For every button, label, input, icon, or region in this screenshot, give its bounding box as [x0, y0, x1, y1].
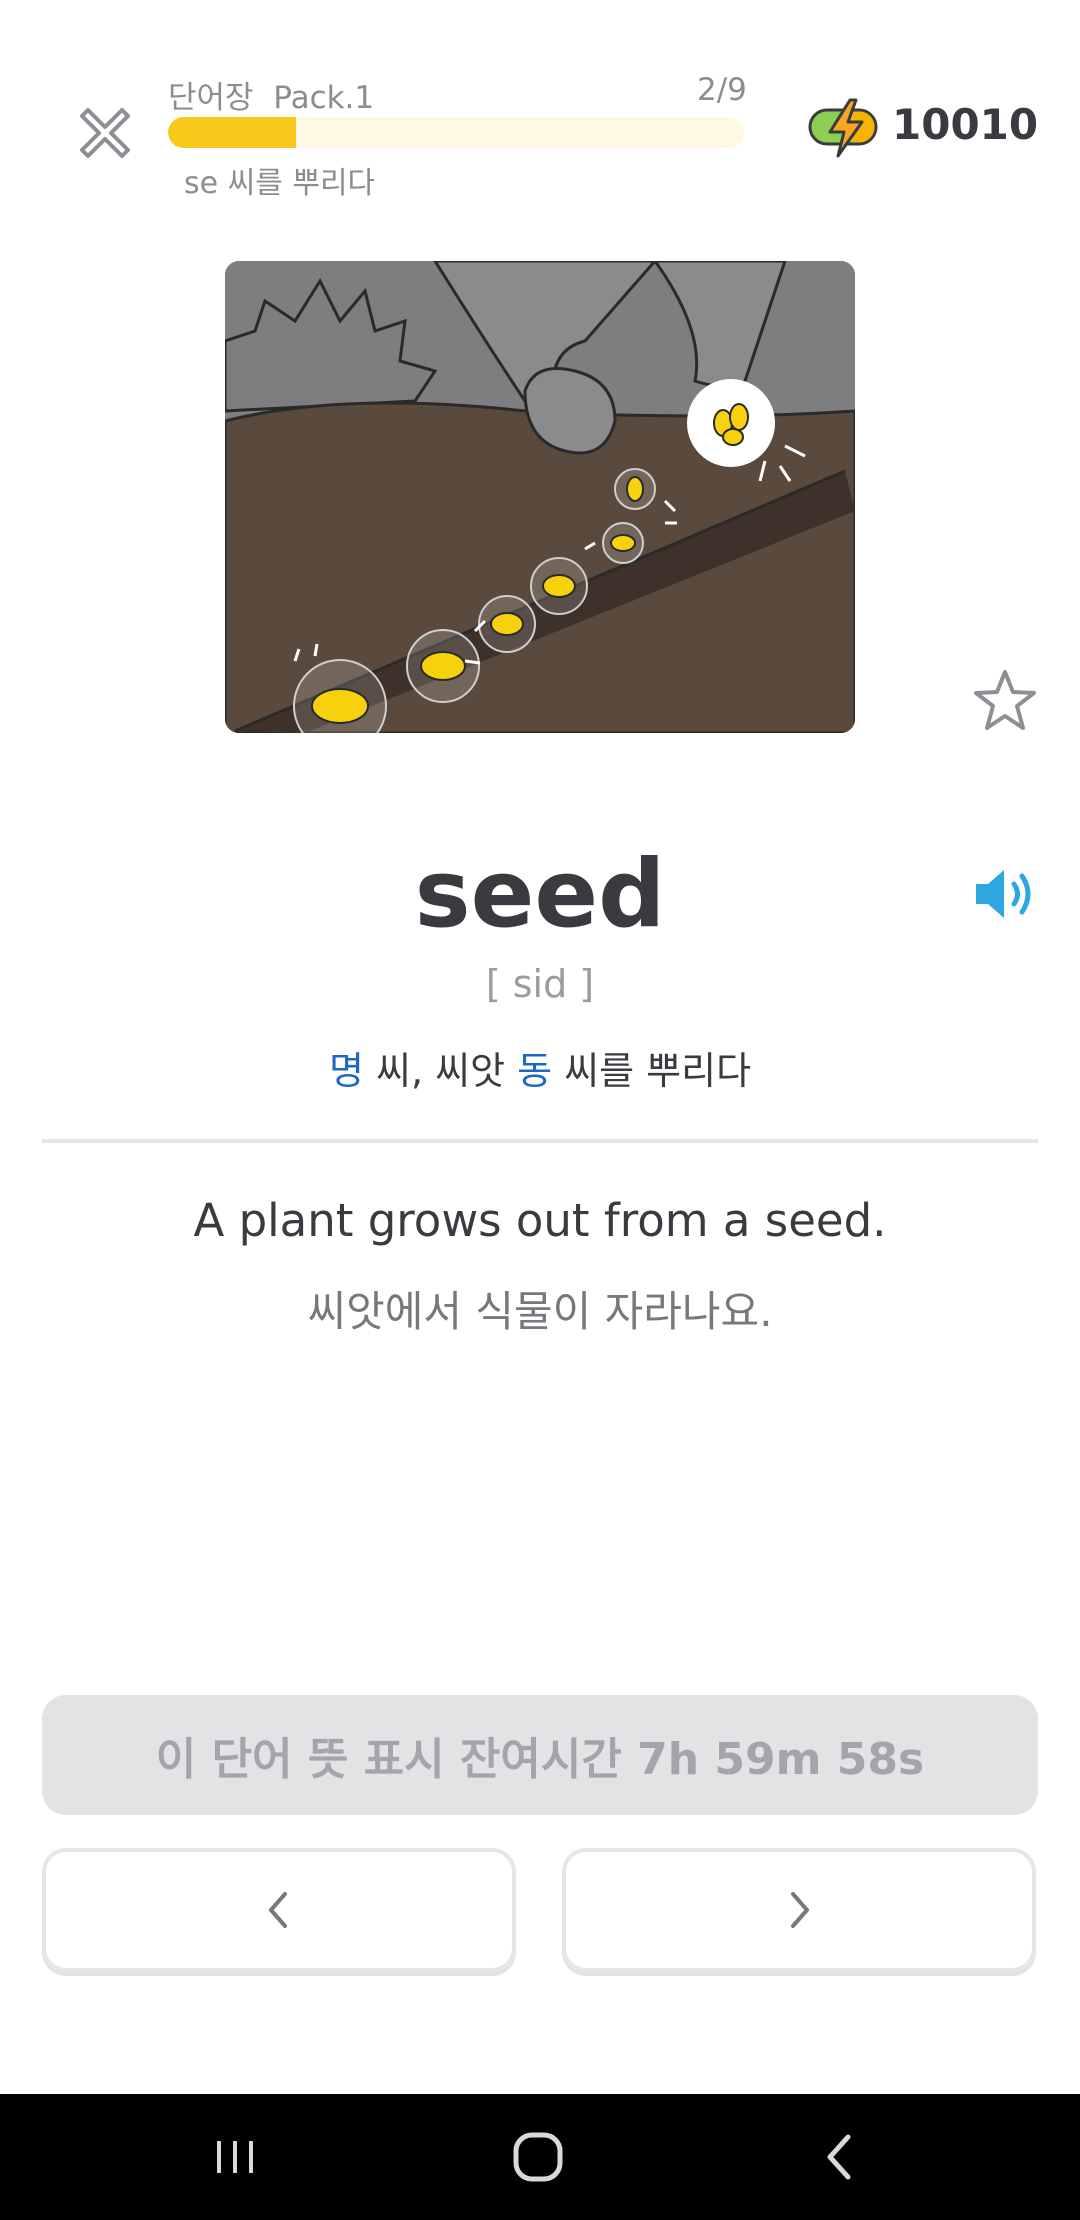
meaning-noun: 씨, 씨앗	[363, 1049, 518, 1093]
chevron-right-icon	[791, 1892, 809, 1928]
pos-verb-tag: 동	[517, 1049, 553, 1093]
home-icon	[513, 2132, 563, 2182]
next-word-button[interactable]	[562, 1848, 1036, 1972]
system-navigation-bar	[0, 2094, 1080, 2220]
planting-seeds-illustration	[225, 261, 855, 733]
example-sentence-en: A plant grows out from a seed.	[193, 1194, 887, 1247]
chevron-left-icon	[269, 1892, 287, 1928]
speaker-icon	[976, 870, 1031, 918]
home-button[interactable]	[503, 2122, 573, 2192]
progress-bar-fill	[168, 117, 296, 148]
word-illustration	[225, 261, 855, 733]
close-button[interactable]	[68, 96, 142, 170]
battery-lightning-icon	[806, 96, 886, 160]
progress-count: 2/9	[697, 72, 747, 108]
divider	[42, 1139, 1038, 1143]
word-subtitle: se 씨를 뿌리다	[184, 166, 376, 201]
example-sentence-ko: 씨앗에서 식물이 자라나요.	[307, 1287, 773, 1336]
pack-label: 단어장 Pack.1	[168, 80, 375, 116]
previous-word-button[interactable]	[42, 1848, 516, 1972]
back-button[interactable]	[805, 2122, 875, 2192]
play-audio-button[interactable]	[972, 864, 1040, 924]
favorite-star-button[interactable]	[970, 666, 1040, 736]
pronunciation: [ sid ]	[485, 962, 595, 1006]
energy-count: 10010	[892, 100, 1039, 149]
progress-bar	[168, 117, 744, 148]
recent-apps-button[interactable]	[200, 2122, 270, 2192]
word-meanings: 명 씨, 씨앗 동 씨를 뿌리다	[0, 1040, 1080, 1095]
recent-apps-icon	[217, 2141, 253, 2173]
meaning-verb: 씨를 뿌리다	[552, 1049, 752, 1093]
star-outline-icon	[974, 670, 1036, 730]
close-x-icon	[80, 108, 130, 158]
back-icon	[827, 2134, 851, 2180]
vocabulary-word: seed	[414, 840, 666, 949]
show-meaning-timer-button[interactable]: 이 단어 뜻 표시 잔여시간 7h 59m 58s	[42, 1695, 1038, 1815]
pos-noun-tag: 명	[328, 1049, 364, 1093]
